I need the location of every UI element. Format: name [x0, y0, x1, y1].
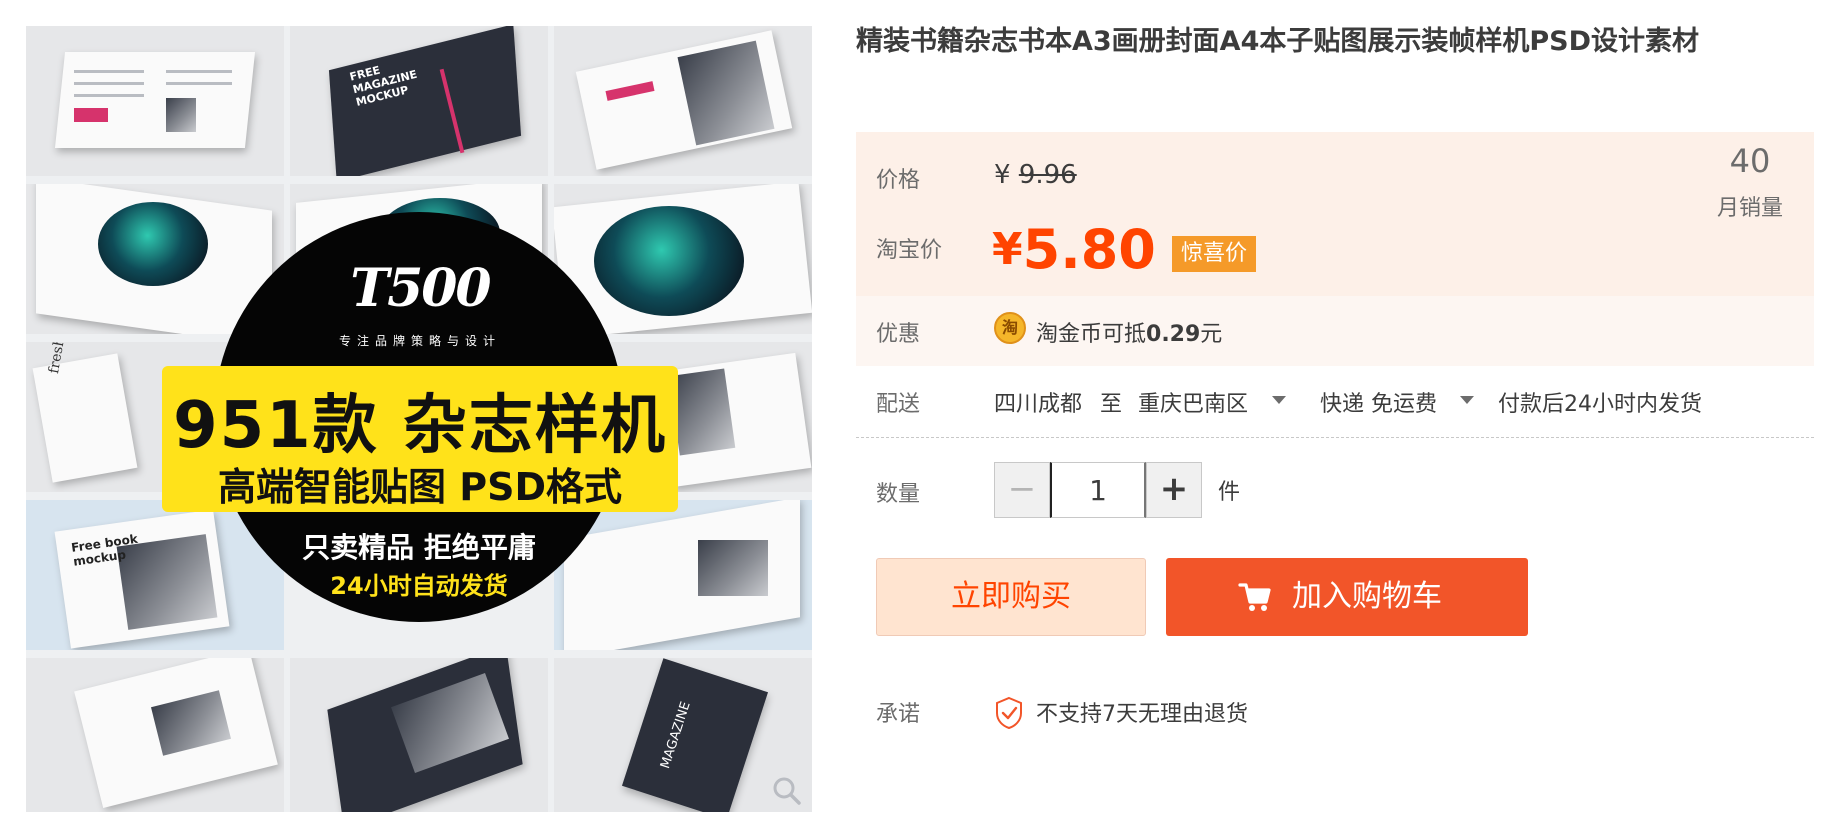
shipping-to-word: 至: [1100, 392, 1123, 417]
brand-logo: T500: [350, 258, 491, 319]
quantity-increment-button[interactable]: +: [1146, 462, 1202, 518]
shipping-destination[interactable]: 重庆巴南区: [1138, 386, 1248, 418]
cart-icon: [1238, 583, 1271, 611]
promise-label: 承诺: [876, 702, 921, 727]
quantity-decrement-button[interactable]: −: [994, 462, 1050, 518]
method-caret-down-icon[interactable]: [1460, 396, 1474, 404]
product-title: 精装书籍杂志书本A3画册封面A4本子贴图展示装帧样机PSD设计素材: [856, 26, 1700, 57]
taobao-price-value: 5.80: [1022, 218, 1156, 281]
original-price-currency: ¥: [994, 160, 1011, 190]
gallery-tile: FREE MAGAZINE MOCKUP: [290, 26, 548, 176]
banner-delivery-note: 24小时自动发货: [330, 572, 508, 600]
coin-offer: 淘金币可抵0.29元: [1036, 316, 1222, 348]
monthly-sales-count: 40: [1729, 142, 1771, 180]
destination-caret-down-icon[interactable]: [1272, 396, 1286, 404]
add-to-cart-button[interactable]: 加入购物车: [1166, 558, 1528, 636]
surprise-price-tag: 惊喜价: [1172, 236, 1257, 272]
banner-headline: 951款 杂志样机: [173, 389, 667, 463]
divider: [856, 437, 1814, 438]
gallery-tile: [26, 658, 284, 812]
coin-offer-suffix: 元: [1200, 322, 1223, 347]
shipping-origin: 四川成都: [994, 392, 1083, 417]
original-price-value: 9.96: [1018, 160, 1077, 190]
original-price: ¥ 9.96: [994, 160, 1077, 190]
price-label: 价格: [876, 168, 921, 193]
add-to-cart-label: 加入购物车: [1292, 579, 1442, 614]
gallery-tile: [554, 26, 812, 176]
taobao-price-label: 淘宝价: [876, 238, 943, 263]
buy-now-button[interactable]: 立即购买: [876, 558, 1146, 636]
shield-check-icon: [996, 696, 1022, 730]
dispatch-time: 付款后24小时内发货: [1498, 392, 1702, 417]
gallery-tile: [26, 26, 284, 176]
zoom-icon[interactable]: [772, 776, 802, 806]
quantity-label: 数量: [876, 482, 921, 507]
shipping-label: 配送: [876, 392, 921, 417]
taobao-price-currency: ¥: [992, 224, 1023, 275]
monthly-sales-label: 月销量: [1716, 196, 1783, 221]
promo-label: 优惠: [876, 322, 921, 347]
banner-subheadline: 高端智能贴图 PSD格式: [218, 465, 622, 509]
taobao-price: ¥5.80: [992, 218, 1156, 281]
promise-text: 不支持7天无理由退货: [1036, 702, 1248, 727]
shipping-method[interactable]: 快递 免运费: [1320, 386, 1437, 418]
quantity-input[interactable]: [1050, 462, 1146, 518]
brand-tagline: 专注品牌策略与设计: [338, 334, 501, 348]
coin-icon: 淘: [994, 312, 1026, 344]
coin-offer-prefix: 淘金币可抵: [1036, 322, 1147, 347]
banner-slogan: 只卖精品 拒绝平庸: [302, 531, 536, 564]
gallery-tile: [290, 658, 548, 812]
quantity-unit: 件: [1218, 480, 1241, 505]
coin-offer-amount: 0.29: [1146, 322, 1201, 347]
